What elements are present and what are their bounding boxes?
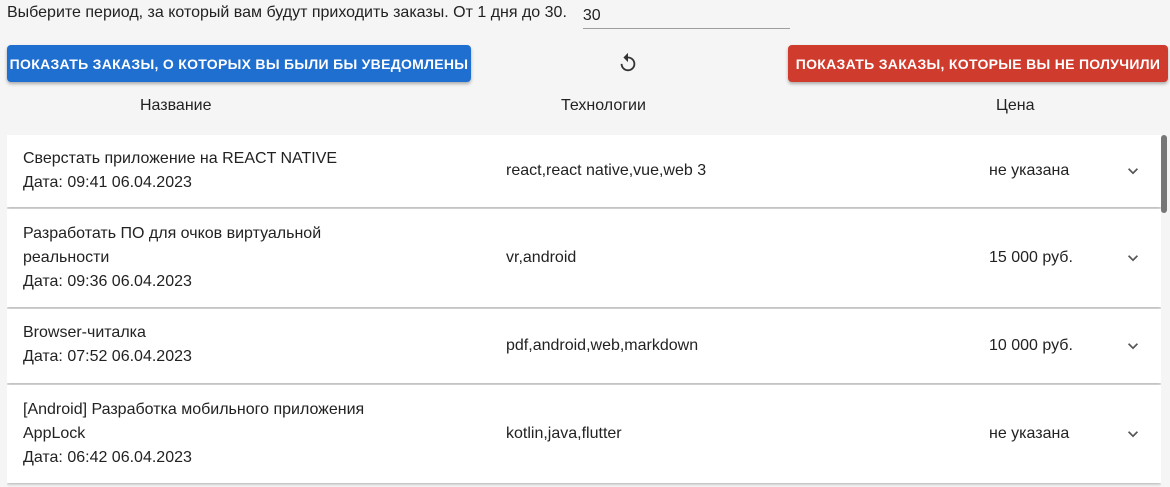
expand-button[interactable] xyxy=(1123,161,1143,181)
order-row[interactable]: Сверстать приложение на REACT NATIVE Дат… xyxy=(7,135,1161,207)
period-input[interactable] xyxy=(582,3,790,29)
refresh-icon xyxy=(620,52,636,72)
column-header-price: Цена xyxy=(996,97,1035,114)
period-selector: Выберите период, за который вам будут пр… xyxy=(7,3,790,29)
order-row[interactable]: Browser-читалка Дата: 07:52 06.04.2023 p… xyxy=(7,309,1161,383)
chevron-down-icon xyxy=(1128,431,1138,438)
order-price: не указана xyxy=(989,162,1070,179)
expand-button[interactable] xyxy=(1123,248,1143,268)
order-title-block: [Android] Разработка мобильного приложен… xyxy=(23,398,403,470)
order-price: не указана xyxy=(989,425,1070,442)
order-price: 10 000 руб. xyxy=(989,337,1073,354)
period-label: Выберите период, за который вам будут пр… xyxy=(7,4,567,21)
chevron-down-icon xyxy=(1128,168,1138,175)
order-technologies: react,react native,vue,web 3 xyxy=(506,162,707,179)
order-technologies: kotlin,java,flutter xyxy=(506,425,622,442)
order-title-line: Разработать ПО для очков виртуальной xyxy=(23,225,322,242)
scrollbar-thumb[interactable] xyxy=(1161,135,1167,213)
order-technologies: vr,android xyxy=(506,249,577,266)
show-notified-orders-button[interactable]: ПОКАЗАТЬ ЗАКАЗЫ, О КОТОРЫХ ВЫ БЫЛИ БЫ УВ… xyxy=(7,45,471,82)
order-title-block: Browser-читалка Дата: 07:52 06.04.2023 xyxy=(23,321,403,369)
chevron-down-icon xyxy=(1128,343,1138,350)
order-title-block: Сверстать приложение на REACT NATIVE Дат… xyxy=(23,147,403,195)
orders-list: Сверстать приложение на REACT NATIVE Дат… xyxy=(7,135,1161,487)
order-technologies: pdf,android,web,markdown xyxy=(506,337,699,354)
order-date: Дата: 07:52 06.04.2023 xyxy=(23,348,192,365)
order-title: Сверстать приложение на REACT NATIVE xyxy=(23,150,338,167)
expand-button[interactable] xyxy=(1123,336,1143,356)
order-title-line: [Android] Разработка мобильного приложен… xyxy=(23,401,365,418)
order-title-line: реальности xyxy=(23,249,110,266)
column-header-technologies: Технологии xyxy=(561,97,646,114)
expand-button[interactable] xyxy=(1123,424,1143,444)
column-header-name: Название xyxy=(140,97,212,114)
show-missed-orders-button[interactable]: ПОКАЗАТЬ ЗАКАЗЫ, КОТОРЫЕ ВЫ НЕ ПОЛУЧИЛИ xyxy=(788,45,1168,82)
order-price: 15 000 руб. xyxy=(989,249,1073,266)
refresh-button[interactable] xyxy=(614,49,642,77)
order-title: Browser-читалка xyxy=(23,324,146,341)
order-date: Дата: 09:41 06.04.2023 xyxy=(23,174,192,191)
order-title-line: AppLock xyxy=(23,425,86,442)
order-row[interactable]: [Android] Разработка мобильного приложен… xyxy=(7,385,1161,483)
order-date: Дата: 09:36 06.04.2023 xyxy=(23,273,192,290)
table-header: Название Технологии Цена xyxy=(0,97,1170,119)
order-title-block: Разработать ПО для очков виртуальной реа… xyxy=(23,222,403,294)
chevron-down-icon xyxy=(1128,255,1138,262)
order-date: Дата: 06:42 06.04.2023 xyxy=(23,449,192,466)
order-row[interactable]: Разработать ПО для очков виртуальной реа… xyxy=(7,209,1161,307)
